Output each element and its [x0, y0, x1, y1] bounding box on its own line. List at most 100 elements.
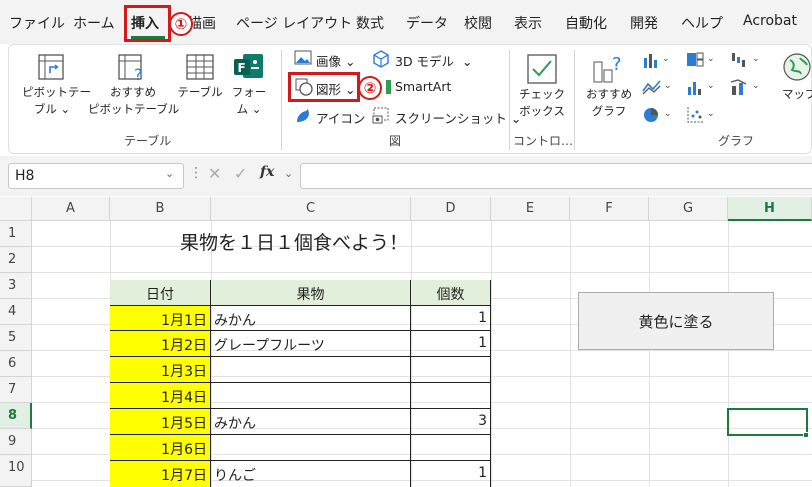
maps-button[interactable]: マップ — [782, 86, 812, 103]
paint-yellow-button[interactable]: 黄色に塗る — [578, 292, 774, 350]
column-header-d[interactable]: D — [411, 197, 491, 221]
recommended-charts-button[interactable]: おすすめ グラフ — [582, 86, 636, 120]
menu-home[interactable]: ホーム — [73, 13, 115, 33]
date-cell[interactable]: 1月1日 — [110, 306, 211, 331]
pie-chart-icon[interactable] — [642, 106, 660, 124]
column-header-e[interactable]: E — [491, 197, 570, 221]
row-header-9[interactable]: 9 — [0, 429, 32, 455]
chevron-down-icon[interactable]: ⌄ — [165, 167, 174, 180]
row-header-4[interactable]: 4 — [0, 299, 32, 325]
image-button[interactable]: 画像 ⌄ — [316, 51, 355, 70]
3d-model-button[interactable]: 3D モデル ⌄ — [395, 51, 472, 70]
chevron-down-icon[interactable]: ⌄ — [664, 81, 672, 91]
chevron-down-icon[interactable]: ⌄ — [752, 54, 760, 64]
icons-button[interactable]: アイコン — [316, 108, 365, 127]
column-chart-icon[interactable] — [642, 51, 660, 69]
date-cell[interactable]: 1月5日 — [110, 409, 211, 435]
chevron-down-icon[interactable]: ⌄ — [662, 54, 670, 64]
header-date[interactable]: 日付 — [110, 280, 211, 306]
chevron-down-icon[interactable]: ⌄ — [707, 81, 715, 91]
row-header-7[interactable]: 7 — [0, 377, 32, 403]
date-cell[interactable]: 1月4日 — [110, 383, 211, 409]
scatter-chart-icon[interactable] — [686, 106, 704, 124]
count-cell[interactable]: 1 — [411, 331, 491, 357]
recommended-pivot-button[interactable]: おすすめ ピボットテーブル — [88, 84, 179, 118]
table-button[interactable]: テーブル — [174, 84, 226, 101]
menu-formulas[interactable]: 数式 — [356, 13, 384, 33]
row-header-8[interactable]: 8 — [0, 403, 32, 429]
count-cell[interactable]: 1 — [411, 306, 491, 331]
column-header-h[interactable]: H — [728, 197, 812, 221]
map-icon[interactable] — [782, 52, 812, 82]
column-header-f[interactable]: F — [570, 197, 649, 221]
row-header-1[interactable]: 1 — [0, 221, 32, 247]
smartart-button[interactable]: SmartArt — [395, 79, 451, 94]
row-header-10[interactable]: 10 — [0, 455, 32, 487]
recommended-pivot-icon[interactable]: ? — [118, 54, 148, 82]
formula-input[interactable] — [300, 163, 812, 189]
count-cell[interactable]: 3 — [411, 409, 491, 435]
line-chart-icon[interactable] — [642, 78, 662, 96]
fill-handle[interactable] — [803, 432, 809, 438]
column-header-b[interactable]: B — [110, 197, 211, 221]
chevron-down-icon[interactable]: ⌄ — [664, 109, 672, 119]
menu-automate[interactable]: 自動化 — [565, 13, 607, 33]
row-header-6[interactable]: 6 — [0, 351, 32, 377]
sheet-title[interactable]: 果物を１日１個食べよう！ — [180, 228, 408, 255]
select-all-corner[interactable] — [0, 197, 32, 221]
fruit-cell[interactable]: みかん — [211, 306, 411, 331]
chevron-down-icon[interactable]: ⌄ — [707, 54, 715, 64]
header-count[interactable]: 個数 — [411, 280, 491, 306]
count-cell[interactable] — [411, 383, 491, 409]
fruit-cell[interactable]: みかん — [211, 409, 411, 435]
date-cell[interactable]: 1月7日 — [110, 461, 211, 487]
pivot-table-icon[interactable] — [38, 54, 64, 80]
waterfall-chart-icon[interactable] — [730, 51, 750, 69]
cancel-icon[interactable]: ✕ — [208, 164, 221, 183]
menu-help[interactable]: ヘルプ — [681, 13, 723, 33]
fruit-cell[interactable] — [211, 357, 411, 383]
menu-view[interactable]: 表示 — [514, 13, 542, 33]
enter-icon[interactable]: ✓ — [234, 164, 247, 183]
column-header-c[interactable]: C — [211, 197, 411, 221]
forms-icon[interactable]: F — [233, 52, 265, 82]
menu-acrobat[interactable]: Acrobat — [743, 13, 797, 29]
statistic-chart-icon[interactable] — [686, 78, 704, 96]
fruit-cell[interactable] — [211, 383, 411, 409]
fruit-cell[interactable]: グレープフルーツ — [211, 331, 411, 357]
date-cell[interactable]: 1月6日 — [110, 435, 211, 461]
column-header-a[interactable]: A — [32, 197, 110, 221]
menu-file[interactable]: ファイル — [9, 13, 65, 33]
count-cell[interactable] — [411, 435, 491, 461]
combo-chart-icon[interactable] — [730, 78, 750, 96]
insert-function-button[interactable]: fx — [260, 164, 274, 180]
pivot-table-button[interactable]: ピボットテー ブル ⌄ — [22, 84, 91, 118]
screenshot-button[interactable]: スクリーンショット ⌄ — [395, 108, 521, 127]
date-cell[interactable]: 1月3日 — [110, 357, 211, 383]
chevron-down-icon[interactable]: ⌄ — [752, 81, 760, 91]
fruit-cell[interactable]: りんご — [211, 461, 411, 487]
menu-data[interactable]: データ — [406, 13, 448, 33]
selected-cell-h8[interactable] — [727, 408, 808, 436]
row-header-5[interactable]: 5 — [0, 325, 32, 351]
table-icon[interactable] — [186, 54, 214, 80]
count-cell[interactable] — [411, 357, 491, 383]
name-box[interactable]: H8 — [8, 163, 184, 189]
count-cell[interactable]: 1 — [411, 461, 491, 487]
checkbox-button[interactable]: チェック ボックス — [517, 86, 567, 120]
menu-review[interactable]: 校閲 — [464, 13, 492, 33]
fruit-cell[interactable] — [211, 435, 411, 461]
chevron-down-icon[interactable]: ⌄ — [707, 109, 715, 119]
checkbox-icon[interactable] — [527, 54, 557, 84]
recommended-charts-icon[interactable]: ? — [592, 52, 626, 84]
column-header-g[interactable]: G — [649, 197, 728, 221]
row-header-2[interactable]: 2 — [0, 247, 32, 273]
chevron-down-icon[interactable]: ⌄ — [284, 167, 293, 180]
hierarchy-chart-icon[interactable] — [686, 51, 704, 69]
date-cell[interactable]: 1月2日 — [110, 331, 211, 357]
header-fruit[interactable]: 果物 — [211, 280, 411, 306]
menu-developer[interactable]: 開発 — [630, 13, 658, 33]
row-header-3[interactable]: 3 — [0, 273, 32, 299]
forms-button[interactable]: フォー ム ⌄ — [226, 84, 272, 118]
menu-page-layout[interactable]: ページ レイアウト — [236, 13, 352, 33]
